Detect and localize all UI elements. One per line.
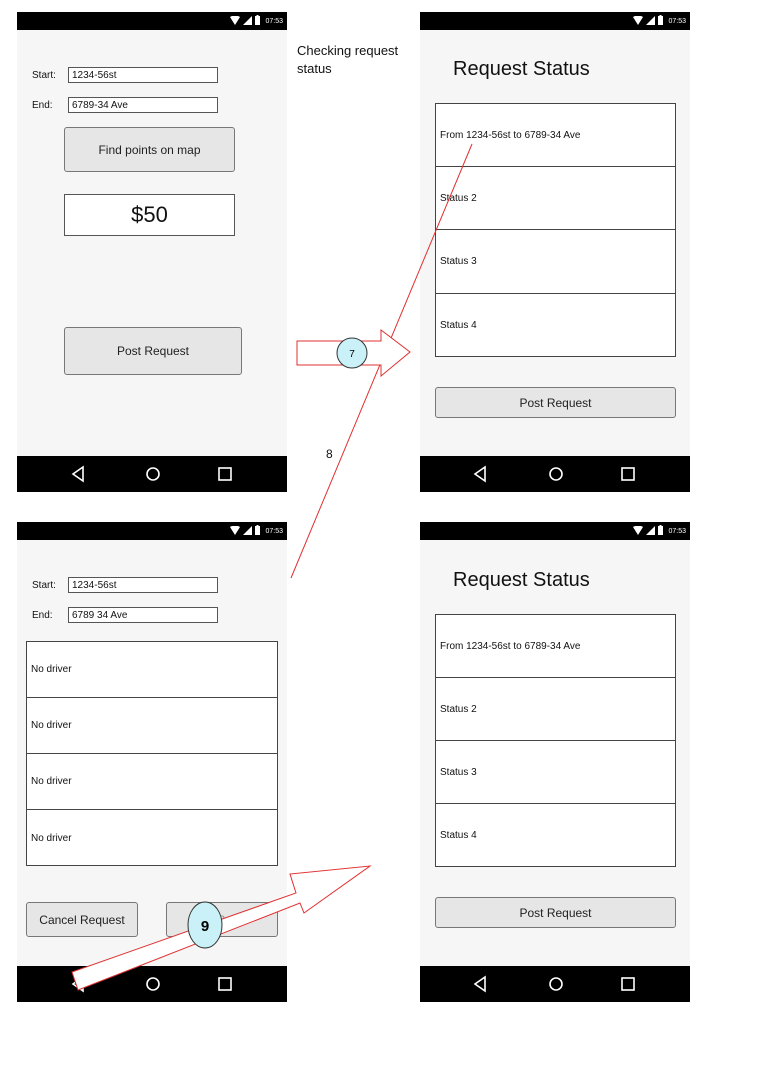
step-7-label: 7 (349, 349, 355, 360)
flow-overlay: 7 9 (71, 143, 473, 991)
step-9-label: 9 (201, 918, 209, 935)
